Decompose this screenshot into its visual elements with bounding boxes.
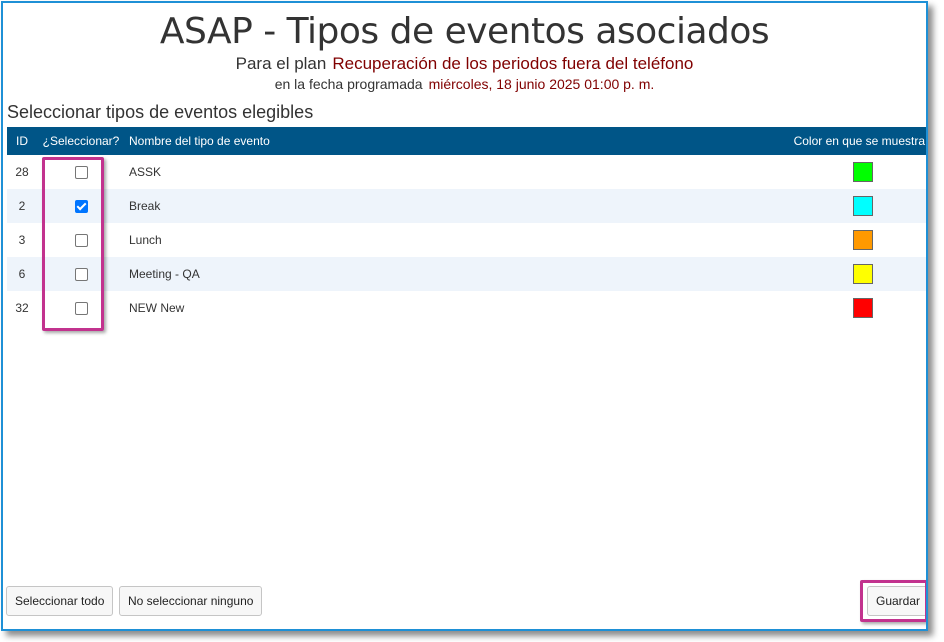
plan-name: Recuperación de los periodos fuera del t… bbox=[332, 54, 694, 73]
select-checkbox[interactable] bbox=[74, 234, 88, 248]
color-swatch bbox=[853, 162, 873, 182]
color-swatch bbox=[853, 298, 873, 318]
table-row: 6 Meeting - QA bbox=[7, 257, 926, 291]
dialog-window: ASAP - Tipos de eventos asociados Para e… bbox=[1, 1, 928, 631]
select-checkbox[interactable] bbox=[74, 268, 88, 282]
row-id: 3 bbox=[18, 233, 26, 247]
date-line: en la fecha programada miércoles, 18 juni… bbox=[3, 76, 926, 92]
page-title: ASAP - Tipos de eventos asociados bbox=[159, 11, 770, 52]
date-value: miércoles, 18 junio 2025 01:00 p. m. bbox=[428, 76, 655, 92]
color-swatch bbox=[853, 264, 873, 284]
select-none-button[interactable]: No seleccionar ninguno bbox=[119, 586, 263, 616]
color-swatch bbox=[853, 230, 873, 250]
row-event-name: ASSK bbox=[129, 165, 162, 179]
section-label: Seleccionar tipos de eventos elegibles bbox=[7, 102, 314, 122]
table-row: 3 Lunch bbox=[7, 223, 926, 257]
table-row: 2 Break bbox=[7, 189, 926, 223]
row-id: 28 bbox=[15, 165, 29, 179]
row-event-name: NEW New bbox=[129, 301, 185, 315]
date-label: en la fecha programada bbox=[274, 76, 423, 92]
row-event-name: Meeting - QA bbox=[129, 267, 200, 281]
save-button[interactable]: Guardar bbox=[867, 586, 926, 616]
select-checkbox[interactable] bbox=[74, 166, 88, 180]
column-header-id[interactable]: ID bbox=[7, 127, 37, 155]
row-id: 32 bbox=[15, 301, 29, 315]
row-event-name: Break bbox=[129, 199, 161, 213]
table-row: 32 NEW New bbox=[7, 291, 926, 325]
row-id: 2 bbox=[18, 199, 26, 213]
color-swatch bbox=[853, 196, 873, 216]
select-checkbox[interactable] bbox=[74, 302, 88, 316]
row-event-name: Lunch bbox=[129, 233, 162, 247]
select-checkbox[interactable] bbox=[74, 200, 88, 214]
table-row: 28 ASSK bbox=[7, 155, 926, 189]
column-header-select[interactable]: ¿Seleccionar? bbox=[37, 127, 125, 155]
column-header-color[interactable]: Color en que se muestra bbox=[542, 127, 926, 155]
table-header-row: ID ¿Seleccionar? Nombre del tipo de even… bbox=[7, 127, 926, 155]
event-types-table: ID ¿Seleccionar? Nombre del tipo de even… bbox=[7, 127, 926, 325]
row-id: 6 bbox=[18, 267, 26, 281]
plan-label: Para el plan bbox=[235, 54, 327, 73]
plan-line: Para el plan Recuperación de los periodos… bbox=[3, 54, 926, 74]
select-all-button[interactable]: Seleccionar todo bbox=[6, 586, 114, 616]
column-header-name[interactable]: Nombre del tipo de evento bbox=[125, 127, 542, 155]
